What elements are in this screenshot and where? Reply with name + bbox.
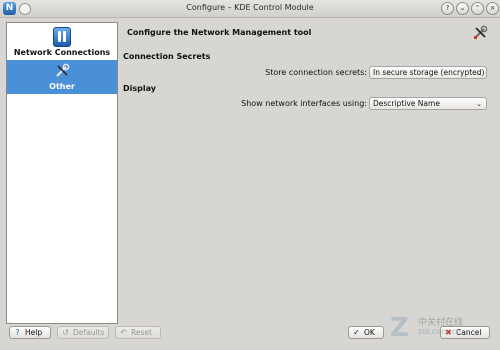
tools-icon xyxy=(474,25,488,39)
defaults-icon: ↺ xyxy=(62,328,69,337)
network-manager-icon xyxy=(53,27,71,47)
sidebar-item-label: Other xyxy=(49,82,75,91)
help-title-button[interactable]: ? xyxy=(441,2,454,15)
select-value: In secure storage (encrypted) xyxy=(373,68,485,77)
button-label: Cancel xyxy=(456,328,482,337)
button-label: OK xyxy=(364,328,375,337)
page-title: Configure the Network Management tool xyxy=(127,28,312,37)
help-button[interactable]: ? Help xyxy=(9,326,51,339)
defaults-button[interactable]: ↺ Defaults xyxy=(57,326,109,339)
ok-button[interactable]: ✓ OK xyxy=(348,326,384,339)
store-secrets-label: Store connection secrets: xyxy=(265,68,367,77)
select-value: Descriptive Name xyxy=(373,99,440,108)
button-label: Help xyxy=(25,328,43,337)
button-label: Reset xyxy=(131,328,152,337)
section-heading-connection-secrets: Connection Secrets xyxy=(123,52,211,61)
sidebar-item-label: Network Connections xyxy=(13,48,111,57)
interface-display-label: Show network interfaces using: xyxy=(241,99,367,108)
help-icon: ? xyxy=(15,328,20,337)
cancel-icon: ✖ xyxy=(445,328,452,337)
chevron-down-icon: ⌄ xyxy=(476,100,482,108)
title-bar[interactable]: N Configure – KDE Control Module ? ⌄ ⌃ × xyxy=(0,0,500,18)
tools-icon xyxy=(56,63,70,77)
cancel-button[interactable]: ✖ Cancel xyxy=(440,326,490,339)
window-title: Configure – KDE Control Module xyxy=(186,3,314,12)
maximize-button[interactable]: ⌃ xyxy=(471,2,484,15)
section-heading-display: Display xyxy=(123,84,156,93)
interface-display-select[interactable]: Descriptive Name ⌄ xyxy=(369,97,487,110)
watermark-logo: Z xyxy=(390,313,409,343)
close-button[interactable]: × xyxy=(486,2,499,15)
chevron-down-icon: ⌄ xyxy=(476,69,482,77)
reset-button[interactable]: ↶ Reset xyxy=(115,326,161,339)
checkmark-icon: ✓ xyxy=(353,328,360,337)
reset-icon: ↶ xyxy=(120,328,127,337)
sidebar-item-other[interactable]: Other xyxy=(7,60,117,94)
sidebar-item-network-connections[interactable]: Network Connections xyxy=(7,23,117,59)
minimize-button[interactable]: ⌄ xyxy=(456,2,469,15)
button-label: Defaults xyxy=(73,328,105,337)
store-secrets-select[interactable]: In secure storage (encrypted) ⌄ xyxy=(369,66,487,79)
module-list: Network Connections Other xyxy=(6,22,118,324)
